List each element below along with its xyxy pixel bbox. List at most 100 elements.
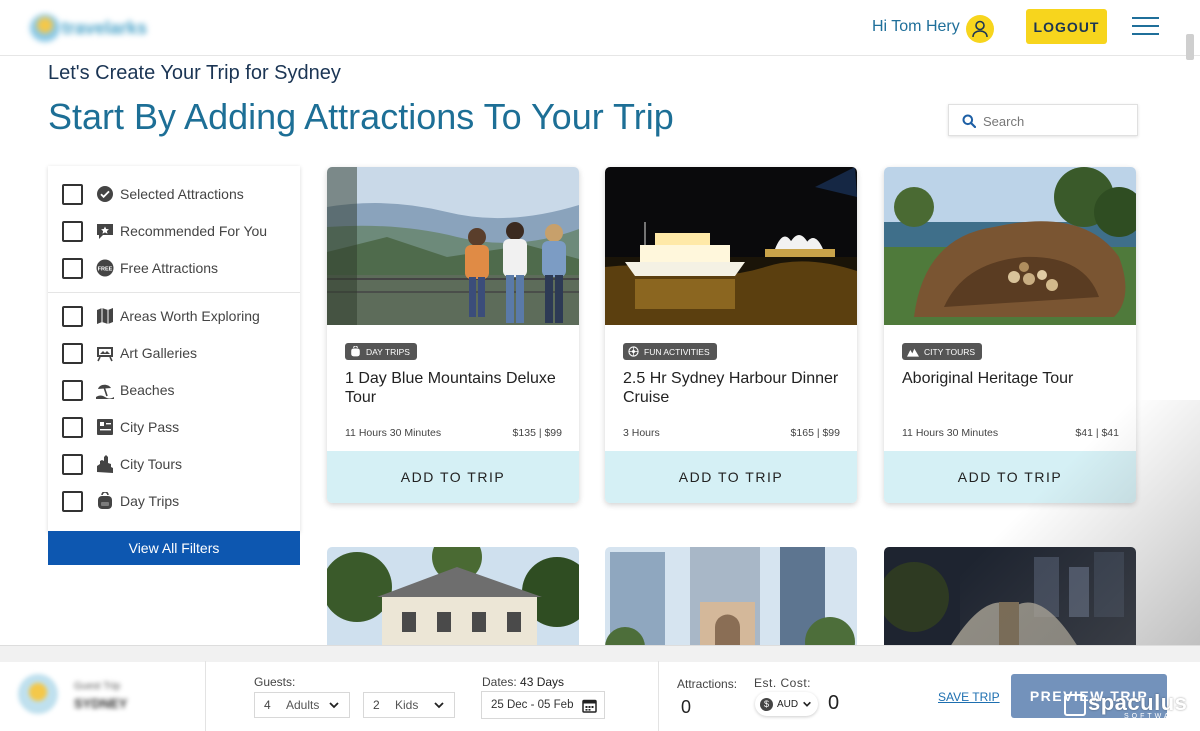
kids-count: 2 xyxy=(373,698,380,712)
filter-free-attractions[interactable]: FREE Free Attractions xyxy=(62,256,218,280)
tag-label: DAY TRIPS xyxy=(366,346,410,357)
date-range-picker[interactable]: 25 Dec - 05 Feb xyxy=(481,691,605,719)
attraction-card-partial[interactable] xyxy=(884,547,1136,657)
hamburger-menu-icon[interactable] xyxy=(1132,17,1159,36)
tag-label: CITY TOURS xyxy=(924,346,976,357)
filter-city-tours[interactable]: City Tours xyxy=(62,452,182,476)
aboriginal-heritage-image[interactable] xyxy=(884,167,1136,325)
chevron-down-icon xyxy=(803,701,812,707)
add-to-trip-button[interactable]: ADD TO TRIP xyxy=(327,451,579,503)
filter-panel: Selected Attractions Recommended For You… xyxy=(48,166,300,532)
filter-checkbox[interactable] xyxy=(62,453,83,475)
city-icon xyxy=(907,348,919,357)
dates-heading: Dates: 43 Days xyxy=(482,675,564,689)
save-trip-link[interactable]: SAVE TRIP xyxy=(938,690,1000,704)
chevron-down-icon xyxy=(434,702,444,709)
filter-selected-attractions[interactable]: Selected Attractions xyxy=(62,182,244,206)
filter-label: Areas Worth Exploring xyxy=(120,308,260,324)
search-input[interactable] xyxy=(983,111,1131,131)
filter-city-pass[interactable]: City Pass xyxy=(62,415,179,439)
add-to-trip-button[interactable]: ADD TO TRIP xyxy=(884,451,1136,503)
site-logo[interactable]: travelarks xyxy=(28,12,158,44)
category-tag: DAY TRIPS xyxy=(345,343,417,360)
search-box[interactable] xyxy=(948,104,1138,136)
filter-areas-worth-exploring[interactable]: Areas Worth Exploring xyxy=(62,304,260,328)
user-avatar-icon[interactable] xyxy=(966,15,994,43)
archibald-fountain-image[interactable] xyxy=(884,547,1136,657)
adults-select[interactable]: 4 Adults xyxy=(254,692,350,718)
logo-text: travelarks xyxy=(62,18,148,38)
filter-label: Selected Attractions xyxy=(120,186,244,202)
attraction-card[interactable]: CITY TOURS Aboriginal Heritage Tour 11 H… xyxy=(884,167,1136,503)
logout-button[interactable]: LOGOUT xyxy=(1026,9,1107,44)
filter-checkbox[interactable] xyxy=(62,416,83,438)
spaculus-watermark: spaculus SOFTWARE xyxy=(1062,688,1194,722)
trip-city: SYDNEY xyxy=(74,696,128,711)
filter-day-trips[interactable]: Day Trips xyxy=(62,489,179,513)
attraction-card-partial[interactable] xyxy=(605,547,857,657)
view-all-filters-button[interactable]: View All Filters xyxy=(48,531,300,565)
add-to-trip-button[interactable]: ADD TO TRIP xyxy=(605,451,857,503)
kids-select[interactable]: 2 Kids xyxy=(363,692,455,718)
attraction-card[interactable]: FUN ACTIVITIES 2.5 Hr Sydney Harbour Din… xyxy=(605,167,857,503)
heritage-house-image[interactable] xyxy=(327,547,579,657)
filter-checkbox[interactable] xyxy=(62,342,83,364)
filter-beaches[interactable]: Beaches xyxy=(62,378,174,402)
filter-art-galleries[interactable]: Art Galleries xyxy=(62,341,197,365)
attraction-title[interactable]: Aboriginal Heritage Tour xyxy=(902,369,1122,388)
trip-thumbnail xyxy=(18,674,58,714)
free-badge-icon: FREE xyxy=(95,258,115,278)
filter-recommended[interactable]: Recommended For You xyxy=(62,219,267,243)
blue-mountains-image[interactable] xyxy=(327,167,579,325)
user-greeting[interactable]: Hi Tom Hery xyxy=(872,18,960,36)
logo-sun-icon xyxy=(30,14,60,42)
filter-label: Day Trips xyxy=(120,493,180,509)
filter-checkbox[interactable] xyxy=(62,490,83,512)
guests-label: Guests: xyxy=(254,675,296,689)
gallery-icon xyxy=(95,343,115,363)
attraction-card[interactable]: DAY TRIPS 1 Day Blue Mountains Deluxe To… xyxy=(327,167,579,503)
spaculus-logo-icon xyxy=(1064,694,1086,716)
adults-count: 4 xyxy=(264,698,271,712)
attraction-price: $165 | $99 xyxy=(790,427,840,439)
filter-checkbox[interactable] xyxy=(62,305,83,327)
map-icon xyxy=(95,306,115,326)
filter-label: City Pass xyxy=(120,419,180,435)
attractions-count: 0 xyxy=(681,697,692,717)
attraction-title[interactable]: 2.5 Hr Sydney Harbour Dinner Cruise xyxy=(623,369,843,407)
attraction-price: $41 | $41 xyxy=(1075,427,1119,439)
check-circle-icon xyxy=(95,184,115,204)
currency-code: AUD xyxy=(777,698,799,710)
filter-label: City Tours xyxy=(120,456,182,472)
chevron-down-icon xyxy=(329,702,339,709)
svg-text:FREE: FREE xyxy=(98,266,113,272)
category-tag: FUN ACTIVITIES xyxy=(623,343,717,360)
kids-label: Kids xyxy=(395,698,419,712)
attraction-duration: 11 Hours 30 Minutes xyxy=(345,427,442,439)
attraction-card-partial[interactable] xyxy=(327,547,579,657)
category-tag: CITY TOURS xyxy=(902,343,983,360)
filter-label: Recommended For You xyxy=(120,223,268,239)
attraction-duration: 11 Hours 30 Minutes xyxy=(902,427,999,439)
attractions-label: Attractions: xyxy=(677,677,738,691)
est-cost-value: 0 xyxy=(828,692,840,714)
backpack-icon xyxy=(95,491,115,511)
harbour-cruise-image[interactable] xyxy=(605,167,857,325)
page-scrollbar[interactable] xyxy=(1186,34,1194,60)
currency-select[interactable]: $ AUD xyxy=(755,692,818,716)
attraction-title[interactable]: 1 Day Blue Mountains Deluxe Tour xyxy=(345,369,565,407)
filter-checkbox[interactable] xyxy=(62,257,83,279)
filter-checkbox[interactable] xyxy=(62,379,83,401)
filter-checkbox[interactable] xyxy=(62,220,83,242)
attraction-price: $135 | $99 xyxy=(512,427,562,439)
backpack-icon xyxy=(351,346,360,357)
city-icon xyxy=(95,454,115,474)
dates-days: 43 Days xyxy=(520,675,565,689)
watermark-sub: SOFTWARE xyxy=(1124,713,1188,720)
anzac-memorial-image[interactable] xyxy=(605,547,857,657)
filter-checkbox[interactable] xyxy=(62,183,83,205)
pass-icon xyxy=(95,417,115,437)
divider xyxy=(205,661,206,731)
calendar-icon xyxy=(582,699,597,713)
divider xyxy=(658,661,659,731)
